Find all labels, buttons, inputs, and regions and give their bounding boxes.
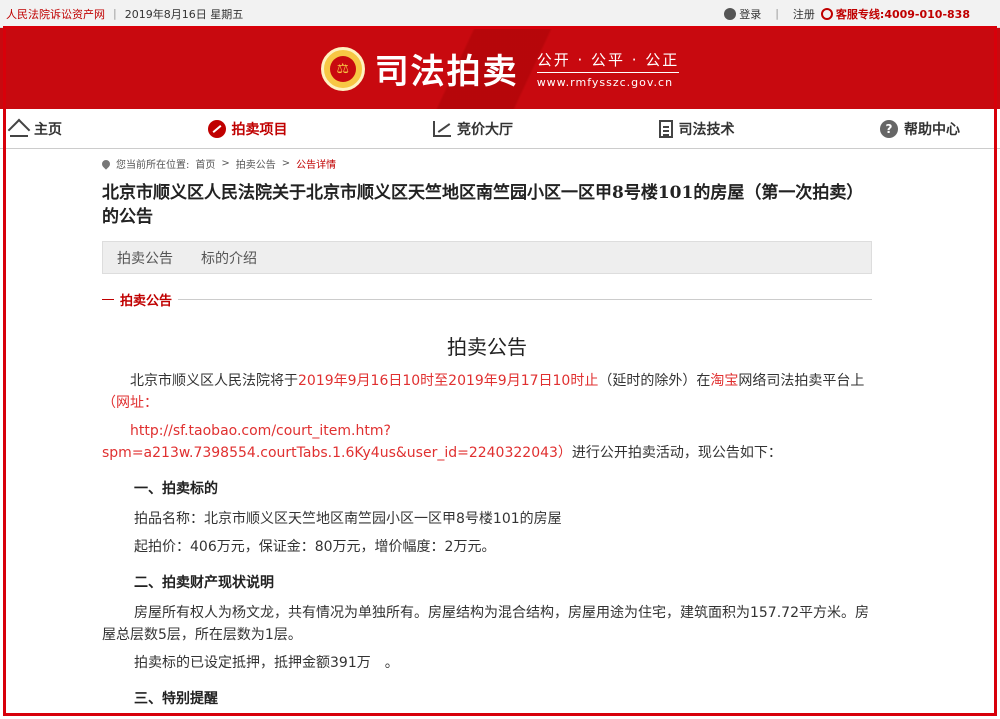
user-icon <box>724 7 737 20</box>
page-title: 北京市顺义区人民法院关于北京市顺义区天竺地区南竺园小区一区甲8号楼101的房屋（… <box>102 183 864 227</box>
nav-bidding-hall[interactable]: 竞价大厅 <box>433 119 513 139</box>
main-nav: 主页 拍卖项目 竞价大厅 司法技术 ? 帮助中心 <box>0 109 1000 149</box>
intro-text: 北京市顺义区人民法院将于 <box>130 373 298 389</box>
intro-text: （延时的除外）在 <box>598 373 711 389</box>
section3-title: 三、特别提醒 <box>134 691 218 707</box>
divider <box>178 299 872 300</box>
top-bar: 人民法院诉讼资产网 | 2019年8月16日 星期五 登录 | 注册 客服专线:… <box>0 0 1000 28</box>
nav-help-center-label: 帮助中心 <box>904 121 960 138</box>
help-icon: ? <box>880 119 898 138</box>
url-close: ） <box>557 445 572 461</box>
document-icon <box>658 119 673 138</box>
nav-auction-items-label: 拍卖项目 <box>231 121 288 138</box>
auction-url-link[interactable]: spm=a213w.7398554.courtTabs.1.6Ky4us&use… <box>102 442 558 464</box>
section2-title: 二、拍卖财产现状说明 <box>134 575 274 591</box>
slogan-block: 公开 · 公平 · 公正 www.rmfysszc.gov.cn <box>536 49 680 89</box>
notice-heading: 拍卖公告 <box>447 335 527 359</box>
trend-chart-icon <box>433 120 451 137</box>
breadcrumb-separator: > <box>221 158 230 169</box>
site-url: www.rmfysszc.gov.cn <box>536 75 674 89</box>
login-link[interactable]: 登录 <box>724 6 761 22</box>
breadcrumb-home[interactable]: 首页 <box>195 156 215 171</box>
auction-url-block: http://sf.taobao.com/court_item.htm? spm=… <box>102 420 872 464</box>
intro-text: 进行公开拍卖活动，现公告如下： <box>571 445 782 461</box>
current-date: 2019年8月16日 星期五 <box>124 7 244 21</box>
website-label: （网址： <box>102 395 158 411</box>
auction-time-range: 2019年9月16日10时至2019年9月17日10时止 <box>298 373 599 389</box>
section-label: 拍卖公告 <box>120 294 173 309</box>
brand-title[interactable]: 司法拍卖 <box>375 44 519 93</box>
hotline-label: 客服专线:4009-010-838 <box>835 7 970 21</box>
location-pin-icon <box>100 157 112 170</box>
divider <box>102 299 114 300</box>
main-content: 您当前所在位置: 首页 > 拍卖公告 > 公告详情 北京市顺义区人民法院关于北京… <box>100 156 872 708</box>
nav-bidding-hall-label: 竞价大厅 <box>457 121 513 138</box>
auction-url-link[interactable]: http://sf.taobao.com/court_item.htm? <box>130 423 391 439</box>
breadcrumb-prefix: 您当前所在位置: <box>116 160 190 171</box>
platform-link[interactable]: 淘宝 <box>710 373 738 389</box>
breadcrumb-separator: > <box>281 158 291 169</box>
section1-title: 一、拍卖标的 <box>134 481 218 497</box>
section-header: 拍卖公告 <box>102 290 872 309</box>
phone-icon <box>820 7 833 20</box>
court-emblem-icon: ⚖ <box>320 46 365 91</box>
nav-home[interactable]: 主页 <box>10 119 62 139</box>
tab-auction-notice[interactable]: 拍卖公告 <box>117 248 173 268</box>
mortgage-info: 拍卖标的已设定抵押，抵押金额391万 。 <box>134 655 399 671</box>
breadcrumb-announcements[interactable]: 拍卖公告 <box>236 156 276 171</box>
site-name-link[interactable]: 人民法院诉讼资产网 <box>6 6 105 22</box>
home-icon <box>10 121 28 137</box>
price-info: 起拍价：406万元，保证金：80万元，增价幅度：2万元。 <box>134 539 496 555</box>
nav-judicial-tech-label: 司法技术 <box>678 121 735 138</box>
top-bar-actions: 登录 | 注册 客服专线:4009-010-838 <box>724 6 994 22</box>
divider: | <box>113 7 117 20</box>
register-link[interactable]: 注册 <box>793 6 815 22</box>
gavel-icon <box>207 119 226 138</box>
slogan: 公开 · 公平 · 公正 <box>536 49 680 73</box>
login-label: 登录 <box>739 7 762 21</box>
property-status: 房屋所有权人为杨文龙，共有情况为单独所有。房屋结构为混合结构，房屋用途为住宅，建… <box>102 605 869 643</box>
intro-text: 网络司法拍卖平台上 <box>738 373 865 389</box>
item-name: 拍品名称：北京市顺义区天竺地区南竺园小区一区甲8号楼101的房屋 <box>134 511 562 527</box>
nav-judicial-tech[interactable]: 司法技术 <box>658 119 735 139</box>
nav-auction-items[interactable]: 拍卖项目 <box>207 119 288 139</box>
notice-intro: 北京市顺义区人民法院将于2019年9月16日10时至2019年9月17日10时止… <box>102 370 872 414</box>
hotline: 客服专线:4009-010-838 <box>820 6 970 22</box>
tab-bar: 拍卖公告 标的介绍 <box>102 241 872 274</box>
divider: | <box>775 7 779 20</box>
header-banner: ⚖ 司法拍卖 公开 · 公平 · 公正 www.rmfysszc.gov.cn <box>0 28 1000 109</box>
nav-help-center[interactable]: ? 帮助中心 <box>880 119 960 139</box>
breadcrumb: 您当前所在位置: 首页 > 拍卖公告 > 公告详情 <box>100 156 872 171</box>
nav-home-label: 主页 <box>34 121 62 138</box>
breadcrumb-current: 公告详情 <box>296 160 337 171</box>
tab-item-intro[interactable]: 标的介绍 <box>201 248 257 268</box>
